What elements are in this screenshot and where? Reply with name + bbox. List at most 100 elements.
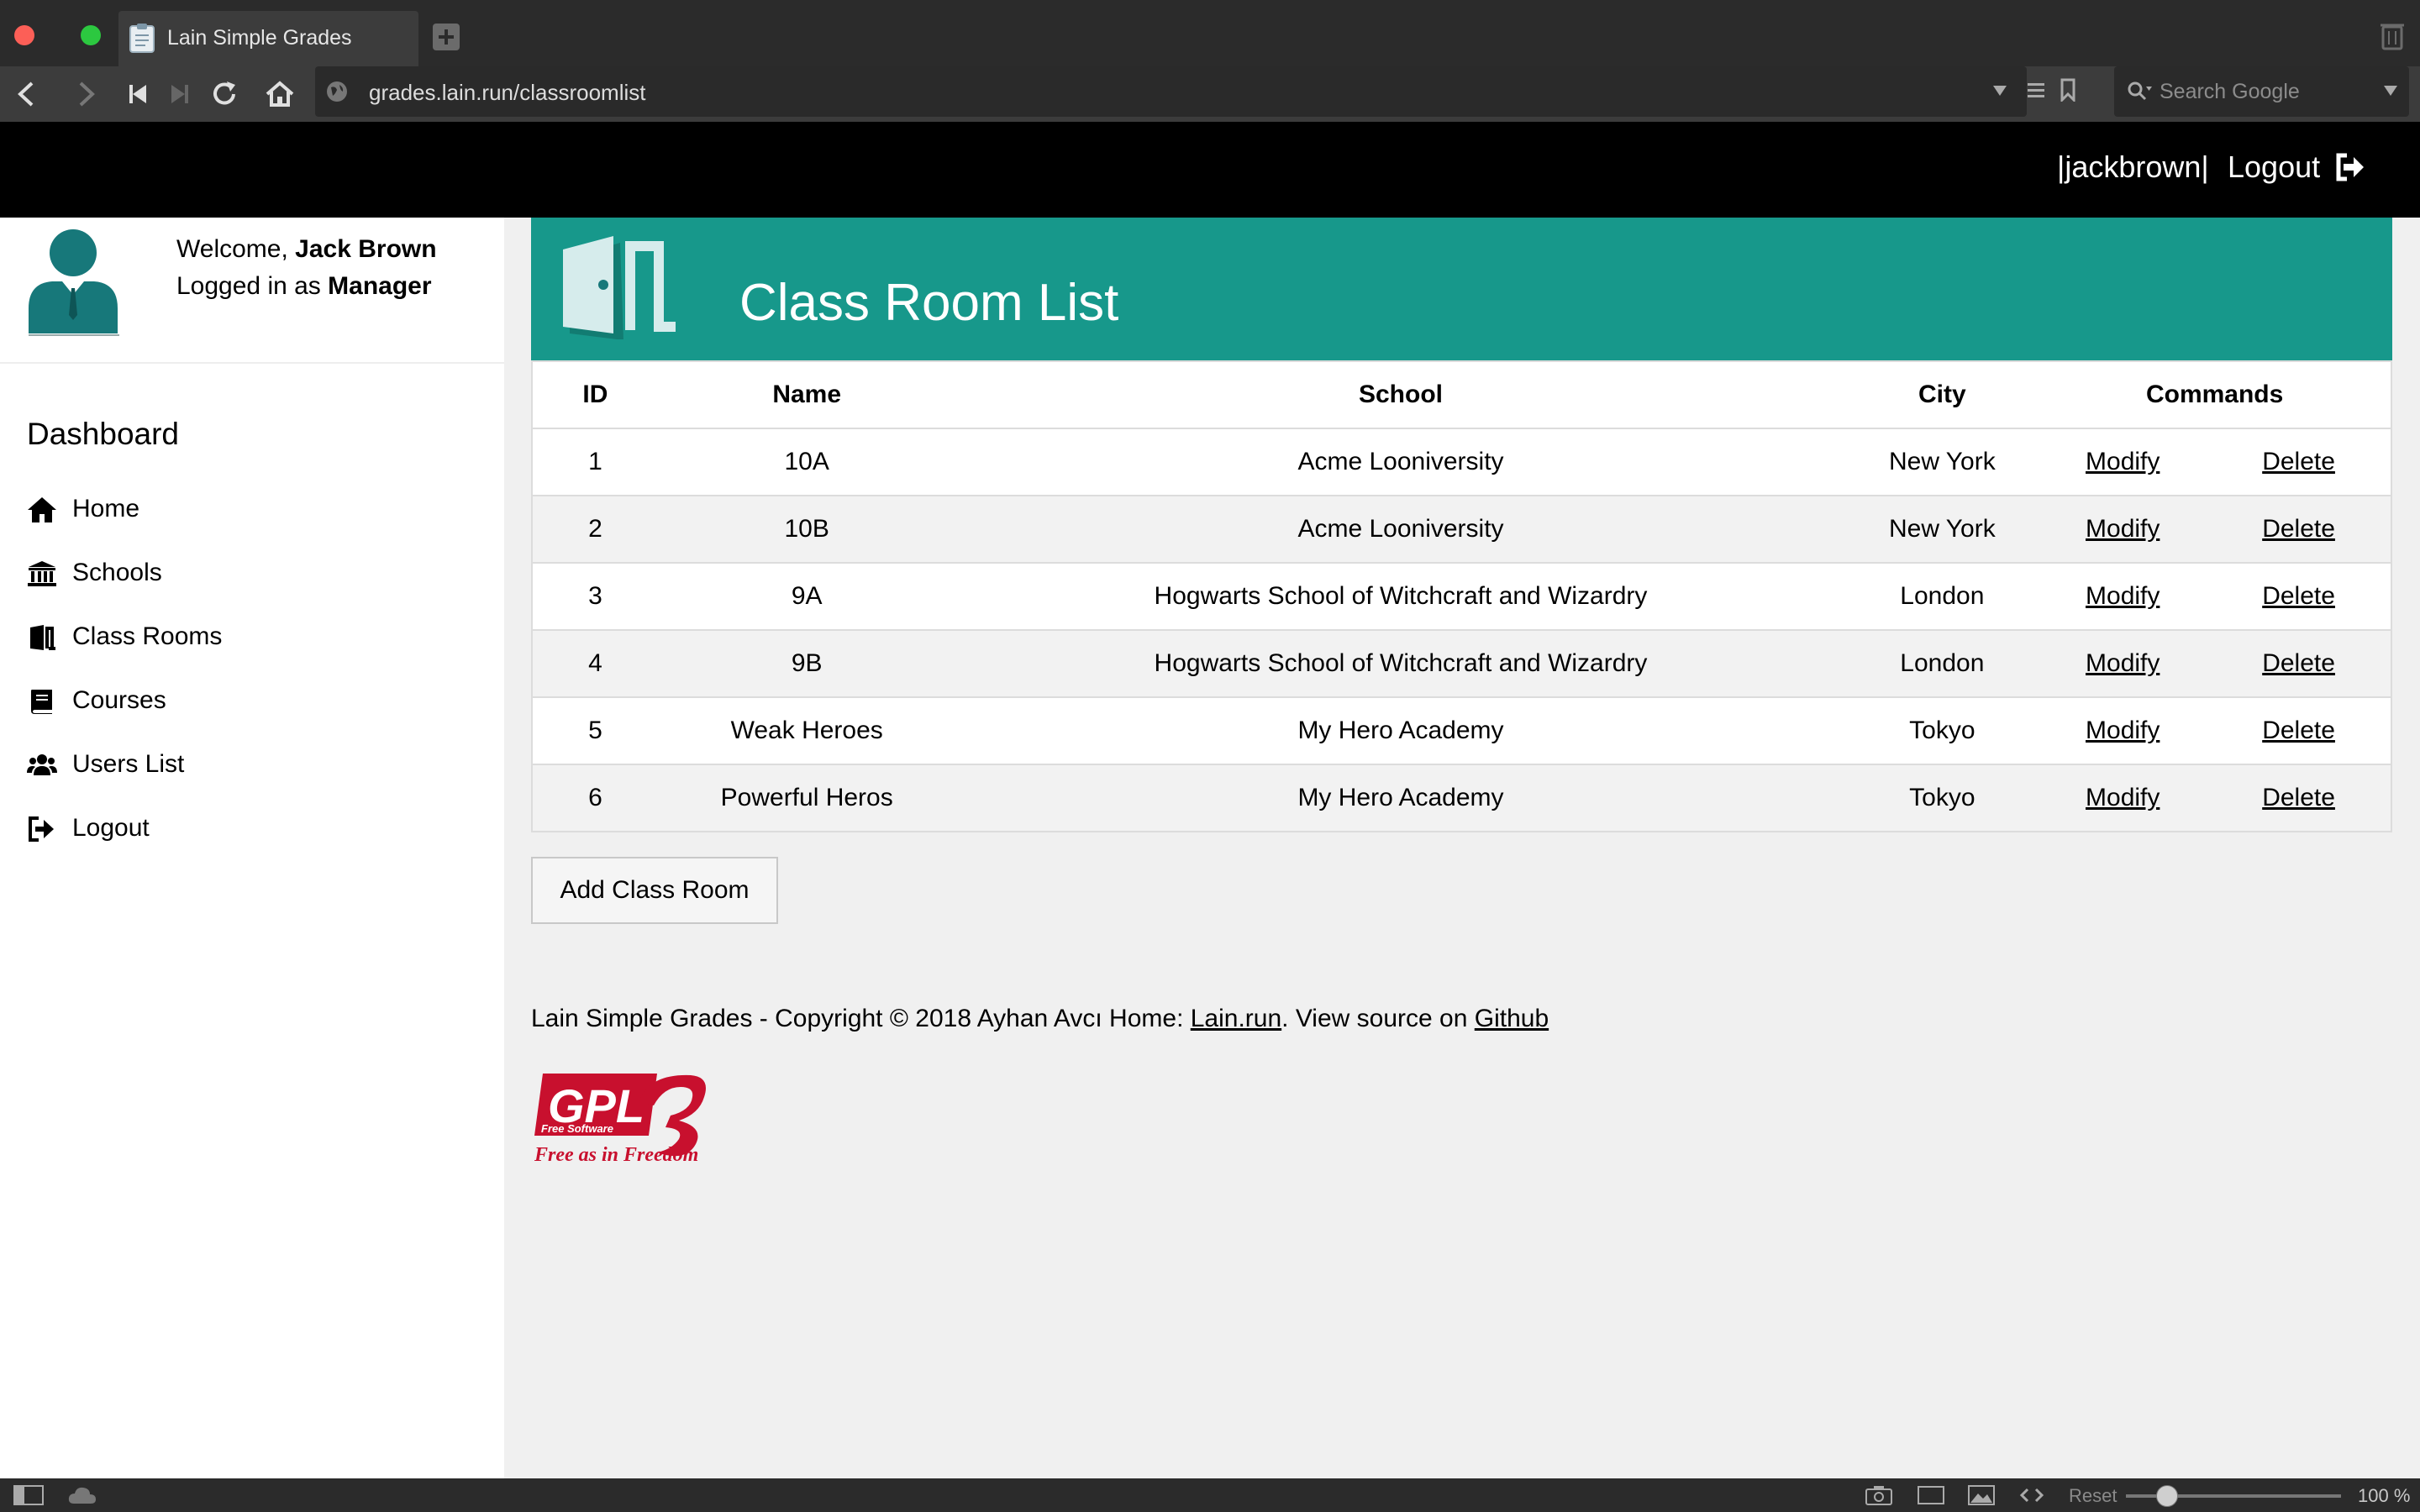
search-input[interactable]: Search Google xyxy=(2114,66,2409,117)
cell-name: 9A xyxy=(657,563,956,631)
footer-text: Lain Simple Grades - Copyright © 2018 Ay… xyxy=(531,1005,1549,1033)
search-placeholder: Search Google xyxy=(2160,80,2300,103)
cloud-icon[interactable] xyxy=(67,1485,97,1505)
cell-id: 2 xyxy=(532,496,658,564)
back-icon[interactable] xyxy=(10,76,45,112)
new-tab-icon[interactable] xyxy=(432,23,460,51)
page-title: Class Room List xyxy=(739,274,1119,332)
door-icon xyxy=(30,625,55,650)
reader-view-icon[interactable] xyxy=(2026,81,2046,100)
column-header-name: Name xyxy=(657,361,956,429)
code-icon[interactable] xyxy=(2018,1485,2045,1505)
logged-prefix: Logged in as xyxy=(176,272,329,300)
browser-tab-bar: Lain Simple Grades xyxy=(0,0,2420,66)
user-role: Manager xyxy=(328,272,432,300)
forward-icon[interactable] xyxy=(67,76,103,112)
cell-id: 6 xyxy=(532,764,658,832)
gpl-logo[interactable]: GPL Free Software Free as in Freedom xyxy=(531,1068,716,1166)
column-header-commands: Commands xyxy=(2039,361,2391,429)
sign-out-icon[interactable] xyxy=(2333,151,2365,183)
rewind-icon[interactable] xyxy=(121,76,156,112)
cell-modify: Modify xyxy=(2039,630,2207,698)
zoom-reset-button[interactable]: Reset xyxy=(2069,1485,2117,1507)
zoom-slider-handle[interactable] xyxy=(2156,1485,2178,1507)
sidebar-item-home[interactable]: Home xyxy=(27,486,481,533)
svg-text:Free Software: Free Software xyxy=(541,1122,613,1135)
chevron-down-icon[interactable] xyxy=(2383,85,2398,97)
home-icon[interactable] xyxy=(262,76,297,112)
modify-link[interactable]: Modify xyxy=(2086,582,2160,610)
window-icon[interactable] xyxy=(1918,1485,1944,1505)
image-icon[interactable] xyxy=(1968,1485,1995,1505)
cell-school: My Hero Academy xyxy=(955,697,1846,765)
delete-link[interactable]: Delete xyxy=(2262,448,2335,475)
user-avatar-icon xyxy=(29,229,119,336)
window-maximize-button[interactable] xyxy=(81,25,101,45)
browser-tab[interactable]: Lain Simple Grades xyxy=(118,11,418,66)
tab-title: Lain Simple Grades xyxy=(167,26,352,50)
site-top-bar: |jackbrown| Logout xyxy=(0,122,2420,218)
cell-modify: Modify xyxy=(2039,697,2207,765)
delete-link[interactable]: Delete xyxy=(2262,515,2335,543)
cell-name: Powerful Heros xyxy=(657,764,956,832)
reload-icon[interactable] xyxy=(207,76,242,112)
home-link[interactable]: Lain.run xyxy=(1191,1005,1281,1032)
table-row: 5 Weak Heroes My Hero Academy Tokyo Modi… xyxy=(532,697,2391,765)
zoom-level: 100 % xyxy=(2358,1485,2411,1506)
cell-school: Hogwarts School of Witchcraft and Wizard… xyxy=(955,563,1846,631)
sidebar-item-label: Logout xyxy=(72,814,150,842)
cell-school: Acme Looniversity xyxy=(955,428,1846,496)
cell-name: Weak Heroes xyxy=(657,697,956,765)
modify-link[interactable]: Modify xyxy=(2086,515,2160,543)
sidebar-item-courses[interactable]: Courses xyxy=(27,678,481,725)
panel-toggle-icon[interactable] xyxy=(13,1485,44,1505)
address-bar[interactable]: grades.lain.run/classroomlist xyxy=(315,66,2075,117)
cell-id: 5 xyxy=(532,697,658,765)
github-link[interactable]: Github xyxy=(1475,1005,1549,1032)
delete-link[interactable]: Delete xyxy=(2262,649,2335,677)
sidebar-item-class-rooms[interactable]: Class Rooms xyxy=(27,614,481,661)
cell-delete: Delete xyxy=(2207,697,2391,765)
globe-icon xyxy=(327,81,347,102)
sidebar-item-users-list[interactable]: Users List xyxy=(27,742,481,789)
column-header-city: City xyxy=(1845,361,2039,429)
cell-modify: Modify xyxy=(2039,764,2207,832)
column-header-id: ID xyxy=(532,361,658,429)
modify-link[interactable]: Modify xyxy=(2086,717,2160,744)
camera-icon[interactable] xyxy=(1865,1485,1892,1505)
delete-link[interactable]: Delete xyxy=(2262,784,2335,811)
cell-id: 4 xyxy=(532,630,658,698)
top-logout-link[interactable]: Logout xyxy=(2228,150,2320,185)
cell-school: Acme Looniversity xyxy=(955,496,1846,564)
table-row: 1 10A Acme Looniversity New York Modify … xyxy=(532,428,2391,496)
fast-forward-icon[interactable] xyxy=(161,76,197,112)
sidebar-item-logout[interactable]: Logout xyxy=(27,806,481,853)
modify-link[interactable]: Modify xyxy=(2086,448,2160,475)
cell-modify: Modify xyxy=(2039,496,2207,564)
sidebar-item-label: Schools xyxy=(72,559,162,586)
delete-link[interactable]: Delete xyxy=(2262,582,2335,610)
sidebar-item-schools[interactable]: Schools xyxy=(27,550,481,597)
classroom-table: ID Name School City Commands 1 10A Acme … xyxy=(531,360,2392,832)
window-close-button[interactable] xyxy=(14,25,34,45)
welcome-text: Welcome, Jack Brown Logged in as Manager xyxy=(176,231,437,305)
sidebar-item-label: Home xyxy=(72,495,140,522)
delete-link[interactable]: Delete xyxy=(2262,717,2335,744)
trash-icon[interactable] xyxy=(2380,20,2405,50)
bookmark-icon[interactable] xyxy=(2060,78,2076,102)
cell-city: London xyxy=(1845,630,2039,698)
search-icon xyxy=(2128,81,2152,101)
cell-delete: Delete xyxy=(2207,764,2391,832)
modify-link[interactable]: Modify xyxy=(2086,649,2160,677)
cell-city: Tokyo xyxy=(1845,697,2039,765)
cell-city: Tokyo xyxy=(1845,764,2039,832)
modify-link[interactable]: Modify xyxy=(2086,784,2160,811)
add-class-room-button[interactable]: Add Class Room xyxy=(531,857,778,924)
users-icon xyxy=(27,754,57,775)
table-row: 4 9B Hogwarts School of Witchcraft and W… xyxy=(532,630,2391,698)
cell-school: My Hero Academy xyxy=(955,764,1846,832)
chevron-down-icon[interactable] xyxy=(1992,85,2007,97)
sidebar-item-label: Users List xyxy=(72,750,185,778)
cell-modify: Modify xyxy=(2039,428,2207,496)
table-row: 2 10B Acme Looniversity New York Modify … xyxy=(532,496,2391,564)
